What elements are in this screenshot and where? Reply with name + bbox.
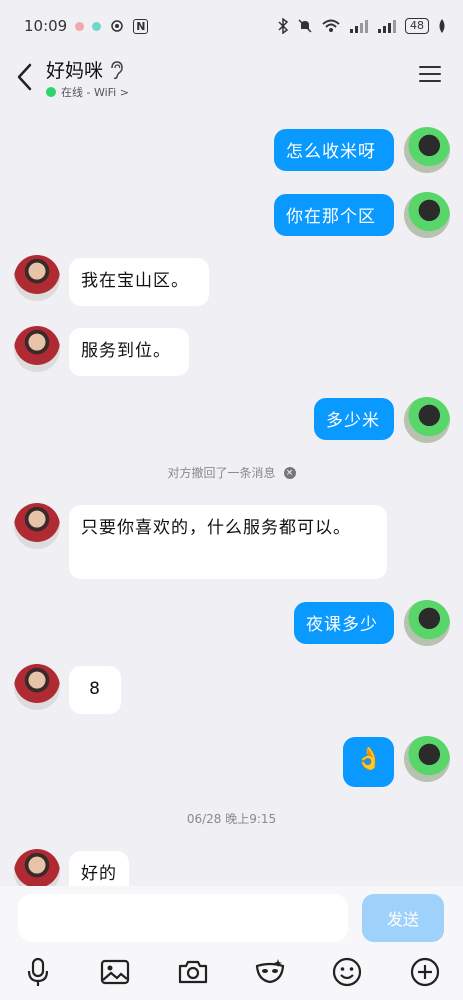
plus-icon[interactable] bbox=[409, 956, 441, 988]
bluetooth-icon bbox=[278, 18, 289, 34]
wifi-icon bbox=[322, 19, 340, 32]
emoji-icon[interactable] bbox=[331, 956, 363, 988]
message-bubble-outgoing[interactable]: 夜课多少 bbox=[294, 602, 394, 644]
image-icon[interactable] bbox=[99, 956, 131, 988]
presence-status[interactable]: 在线 - WiFi > bbox=[46, 84, 129, 100]
mute-bell-icon bbox=[298, 19, 312, 33]
input-bar: 发送 bbox=[0, 886, 463, 948]
recall-notice-text: 对方撤回了一条消息 bbox=[167, 466, 276, 480]
timestamp-divider: 06/28 晚上9:15 bbox=[0, 810, 463, 827]
microphone-icon[interactable] bbox=[22, 956, 54, 988]
message-bubble-outgoing[interactable]: 你在那个区 bbox=[274, 194, 394, 236]
message-input[interactable] bbox=[18, 894, 348, 942]
message-bubble-incoming[interactable]: 只要你喜欢的，什么服务都可以。 bbox=[69, 505, 387, 579]
contact-avatar[interactable] bbox=[14, 255, 60, 301]
mask-sticker-icon[interactable] bbox=[254, 956, 286, 988]
recall-notice: 对方撤回了一条消息 × bbox=[0, 464, 463, 481]
leaf-icon bbox=[439, 19, 445, 33]
self-avatar[interactable] bbox=[404, 397, 450, 443]
signal-icon-1 bbox=[350, 20, 368, 33]
contact-avatar[interactable] bbox=[14, 326, 60, 372]
message-bubble-outgoing[interactable]: 怎么收米呀 bbox=[274, 129, 394, 171]
battery-indicator: 48 bbox=[405, 18, 429, 34]
input-toolbar bbox=[0, 948, 463, 1000]
camera-icon[interactable] bbox=[177, 956, 209, 988]
contact-avatar[interactable] bbox=[14, 664, 60, 710]
back-arrow-icon[interactable] bbox=[14, 62, 36, 92]
message-bubble-outgoing[interactable]: 多少米 bbox=[314, 398, 394, 440]
timestamp-text: 06/28 晚上9:15 bbox=[186, 812, 277, 826]
send-button[interactable]: 发送 bbox=[362, 894, 444, 942]
signal-icon-2 bbox=[378, 20, 396, 33]
message-bubble-incoming[interactable]: 好的 bbox=[69, 851, 129, 886]
nfc-icon: N bbox=[133, 18, 149, 34]
self-avatar[interactable] bbox=[404, 736, 450, 782]
self-avatar[interactable] bbox=[404, 192, 450, 238]
hotspot-icon bbox=[111, 20, 123, 32]
app-notification-icon bbox=[92, 21, 102, 31]
chat-area[interactable]: 怎么收米呀 你在那个区 我在宝山区。 服务到位。 多少米 对方撤回了一条消息 ×… bbox=[0, 106, 463, 886]
contact-avatar[interactable] bbox=[14, 849, 60, 886]
close-icon[interactable]: × bbox=[283, 466, 296, 479]
notification-dot-icon bbox=[75, 21, 85, 31]
chat-title[interactable]: 好妈咪 bbox=[46, 56, 103, 83]
chat-header: 好妈咪 在线 - WiFi > bbox=[0, 52, 463, 106]
self-avatar[interactable] bbox=[404, 600, 450, 646]
contact-avatar[interactable] bbox=[14, 503, 60, 549]
self-avatar[interactable] bbox=[404, 127, 450, 173]
message-bubble-incoming[interactable]: 服务到位。 bbox=[69, 328, 189, 376]
ear-icon[interactable] bbox=[108, 60, 124, 80]
message-bubble-outgoing-emoji[interactable]: 👌 bbox=[343, 737, 394, 787]
menu-button[interactable] bbox=[419, 66, 441, 84]
presence-text: 在线 - WiFi > bbox=[61, 86, 129, 99]
status-bar: 10:09 N 48 bbox=[0, 0, 463, 52]
status-time: 10:09 bbox=[24, 17, 68, 35]
online-dot-icon bbox=[46, 87, 56, 97]
message-bubble-incoming[interactable]: 我在宝山区。 bbox=[69, 258, 209, 306]
message-bubble-incoming[interactable]: 8 bbox=[69, 666, 121, 714]
